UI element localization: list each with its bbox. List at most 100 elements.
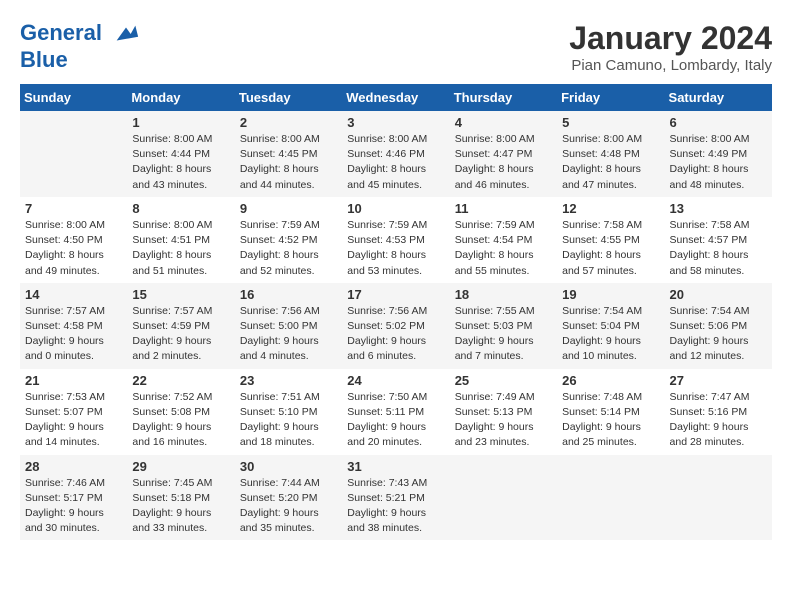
calendar-cell: 9 Sunrise: 7:59 AMSunset: 4:52 PMDayligh… (235, 197, 342, 283)
day-info: Sunrise: 7:58 AMSunset: 4:55 PMDaylight:… (562, 218, 659, 279)
day-number: 2 (240, 115, 337, 130)
day-info: Sunrise: 7:53 AMSunset: 5:07 PMDaylight:… (25, 390, 122, 451)
month-title: January 2024 (569, 20, 772, 57)
calendar-table: SundayMondayTuesdayWednesdayThursdayFrid… (20, 84, 772, 540)
calendar-cell: 15 Sunrise: 7:57 AMSunset: 4:59 PMDaylig… (127, 283, 234, 369)
calendar-cell: 13 Sunrise: 7:58 AMSunset: 4:57 PMDaylig… (665, 197, 772, 283)
day-info: Sunrise: 7:54 AMSunset: 5:04 PMDaylight:… (562, 304, 659, 365)
col-header-friday: Friday (557, 84, 664, 111)
day-number: 16 (240, 287, 337, 302)
calendar-cell: 12 Sunrise: 7:58 AMSunset: 4:55 PMDaylig… (557, 197, 664, 283)
calendar-cell: 1 Sunrise: 8:00 AMSunset: 4:44 PMDayligh… (127, 111, 234, 197)
calendar-cell: 5 Sunrise: 8:00 AMSunset: 4:48 PMDayligh… (557, 111, 664, 197)
day-number: 31 (347, 459, 444, 474)
calendar-cell: 29 Sunrise: 7:45 AMSunset: 5:18 PMDaylig… (127, 455, 234, 541)
col-header-wednesday: Wednesday (342, 84, 449, 111)
day-info: Sunrise: 7:47 AMSunset: 5:16 PMDaylight:… (670, 390, 767, 451)
day-number: 24 (347, 373, 444, 388)
calendar-cell (665, 455, 772, 541)
day-number: 22 (132, 373, 229, 388)
day-number: 9 (240, 201, 337, 216)
day-info: Sunrise: 8:00 AMSunset: 4:44 PMDaylight:… (132, 132, 229, 193)
day-info: Sunrise: 7:48 AMSunset: 5:14 PMDaylight:… (562, 390, 659, 451)
calendar-header-row: SundayMondayTuesdayWednesdayThursdayFrid… (20, 84, 772, 111)
calendar-cell: 3 Sunrise: 8:00 AMSunset: 4:46 PMDayligh… (342, 111, 449, 197)
logo-bird-icon (112, 20, 140, 48)
calendar-week-row: 21 Sunrise: 7:53 AMSunset: 5:07 PMDaylig… (20, 369, 772, 455)
day-number: 8 (132, 201, 229, 216)
col-header-tuesday: Tuesday (235, 84, 342, 111)
day-info: Sunrise: 7:57 AMSunset: 4:58 PMDaylight:… (25, 304, 122, 365)
day-info: Sunrise: 8:00 AMSunset: 4:51 PMDaylight:… (132, 218, 229, 279)
day-number: 17 (347, 287, 444, 302)
day-number: 5 (562, 115, 659, 130)
col-header-monday: Monday (127, 84, 234, 111)
calendar-cell: 2 Sunrise: 8:00 AMSunset: 4:45 PMDayligh… (235, 111, 342, 197)
calendar-cell: 10 Sunrise: 7:59 AMSunset: 4:53 PMDaylig… (342, 197, 449, 283)
day-number: 11 (455, 201, 552, 216)
calendar-cell (450, 455, 557, 541)
day-number: 27 (670, 373, 767, 388)
calendar-cell: 8 Sunrise: 8:00 AMSunset: 4:51 PMDayligh… (127, 197, 234, 283)
day-number: 1 (132, 115, 229, 130)
day-info: Sunrise: 7:57 AMSunset: 4:59 PMDaylight:… (132, 304, 229, 365)
calendar-cell: 28 Sunrise: 7:46 AMSunset: 5:17 PMDaylig… (20, 455, 127, 541)
calendar-week-row: 14 Sunrise: 7:57 AMSunset: 4:58 PMDaylig… (20, 283, 772, 369)
day-number: 10 (347, 201, 444, 216)
day-number: 30 (240, 459, 337, 474)
location: Pian Camuno, Lombardy, Italy (569, 57, 772, 74)
calendar-cell: 4 Sunrise: 8:00 AMSunset: 4:47 PMDayligh… (450, 111, 557, 197)
calendar-cell: 11 Sunrise: 7:59 AMSunset: 4:54 PMDaylig… (450, 197, 557, 283)
day-number: 28 (25, 459, 122, 474)
calendar-cell: 6 Sunrise: 8:00 AMSunset: 4:49 PMDayligh… (665, 111, 772, 197)
day-number: 20 (670, 287, 767, 302)
day-info: Sunrise: 7:45 AMSunset: 5:18 PMDaylight:… (132, 476, 229, 537)
day-info: Sunrise: 7:59 AMSunset: 4:54 PMDaylight:… (455, 218, 552, 279)
day-number: 26 (562, 373, 659, 388)
day-info: Sunrise: 7:51 AMSunset: 5:10 PMDaylight:… (240, 390, 337, 451)
day-info: Sunrise: 7:56 AMSunset: 5:00 PMDaylight:… (240, 304, 337, 365)
calendar-cell: 23 Sunrise: 7:51 AMSunset: 5:10 PMDaylig… (235, 369, 342, 455)
day-info: Sunrise: 8:00 AMSunset: 4:48 PMDaylight:… (562, 132, 659, 193)
calendar-cell: 26 Sunrise: 7:48 AMSunset: 5:14 PMDaylig… (557, 369, 664, 455)
day-number: 25 (455, 373, 552, 388)
day-number: 14 (25, 287, 122, 302)
day-info: Sunrise: 7:52 AMSunset: 5:08 PMDaylight:… (132, 390, 229, 451)
calendar-cell: 17 Sunrise: 7:56 AMSunset: 5:02 PMDaylig… (342, 283, 449, 369)
logo-general: General (20, 20, 102, 45)
day-info: Sunrise: 7:49 AMSunset: 5:13 PMDaylight:… (455, 390, 552, 451)
day-info: Sunrise: 7:59 AMSunset: 4:53 PMDaylight:… (347, 218, 444, 279)
day-info: Sunrise: 7:56 AMSunset: 5:02 PMDaylight:… (347, 304, 444, 365)
page-header: General Blue January 2024 Pian Camuno, L… (20, 20, 772, 74)
logo: General Blue (20, 20, 140, 72)
day-info: Sunrise: 7:43 AMSunset: 5:21 PMDaylight:… (347, 476, 444, 537)
calendar-cell: 18 Sunrise: 7:55 AMSunset: 5:03 PMDaylig… (450, 283, 557, 369)
day-number: 15 (132, 287, 229, 302)
day-number: 19 (562, 287, 659, 302)
logo-blue: Blue (20, 47, 68, 72)
calendar-cell: 31 Sunrise: 7:43 AMSunset: 5:21 PMDaylig… (342, 455, 449, 541)
calendar-cell: 7 Sunrise: 8:00 AMSunset: 4:50 PMDayligh… (20, 197, 127, 283)
day-number: 23 (240, 373, 337, 388)
day-number: 21 (25, 373, 122, 388)
day-number: 4 (455, 115, 552, 130)
calendar-cell: 22 Sunrise: 7:52 AMSunset: 5:08 PMDaylig… (127, 369, 234, 455)
calendar-cell: 21 Sunrise: 7:53 AMSunset: 5:07 PMDaylig… (20, 369, 127, 455)
day-number: 13 (670, 201, 767, 216)
day-info: Sunrise: 8:00 AMSunset: 4:49 PMDaylight:… (670, 132, 767, 193)
day-info: Sunrise: 8:00 AMSunset: 4:45 PMDaylight:… (240, 132, 337, 193)
day-info: Sunrise: 8:00 AMSunset: 4:46 PMDaylight:… (347, 132, 444, 193)
calendar-cell: 25 Sunrise: 7:49 AMSunset: 5:13 PMDaylig… (450, 369, 557, 455)
calendar-week-row: 28 Sunrise: 7:46 AMSunset: 5:17 PMDaylig… (20, 455, 772, 541)
day-info: Sunrise: 8:00 AMSunset: 4:47 PMDaylight:… (455, 132, 552, 193)
calendar-cell: 27 Sunrise: 7:47 AMSunset: 5:16 PMDaylig… (665, 369, 772, 455)
col-header-sunday: Sunday (20, 84, 127, 111)
calendar-cell (557, 455, 664, 541)
day-info: Sunrise: 7:44 AMSunset: 5:20 PMDaylight:… (240, 476, 337, 537)
day-info: Sunrise: 7:54 AMSunset: 5:06 PMDaylight:… (670, 304, 767, 365)
day-number: 12 (562, 201, 659, 216)
col-header-thursday: Thursday (450, 84, 557, 111)
day-number: 3 (347, 115, 444, 130)
day-info: Sunrise: 8:00 AMSunset: 4:50 PMDaylight:… (25, 218, 122, 279)
calendar-cell: 16 Sunrise: 7:56 AMSunset: 5:00 PMDaylig… (235, 283, 342, 369)
